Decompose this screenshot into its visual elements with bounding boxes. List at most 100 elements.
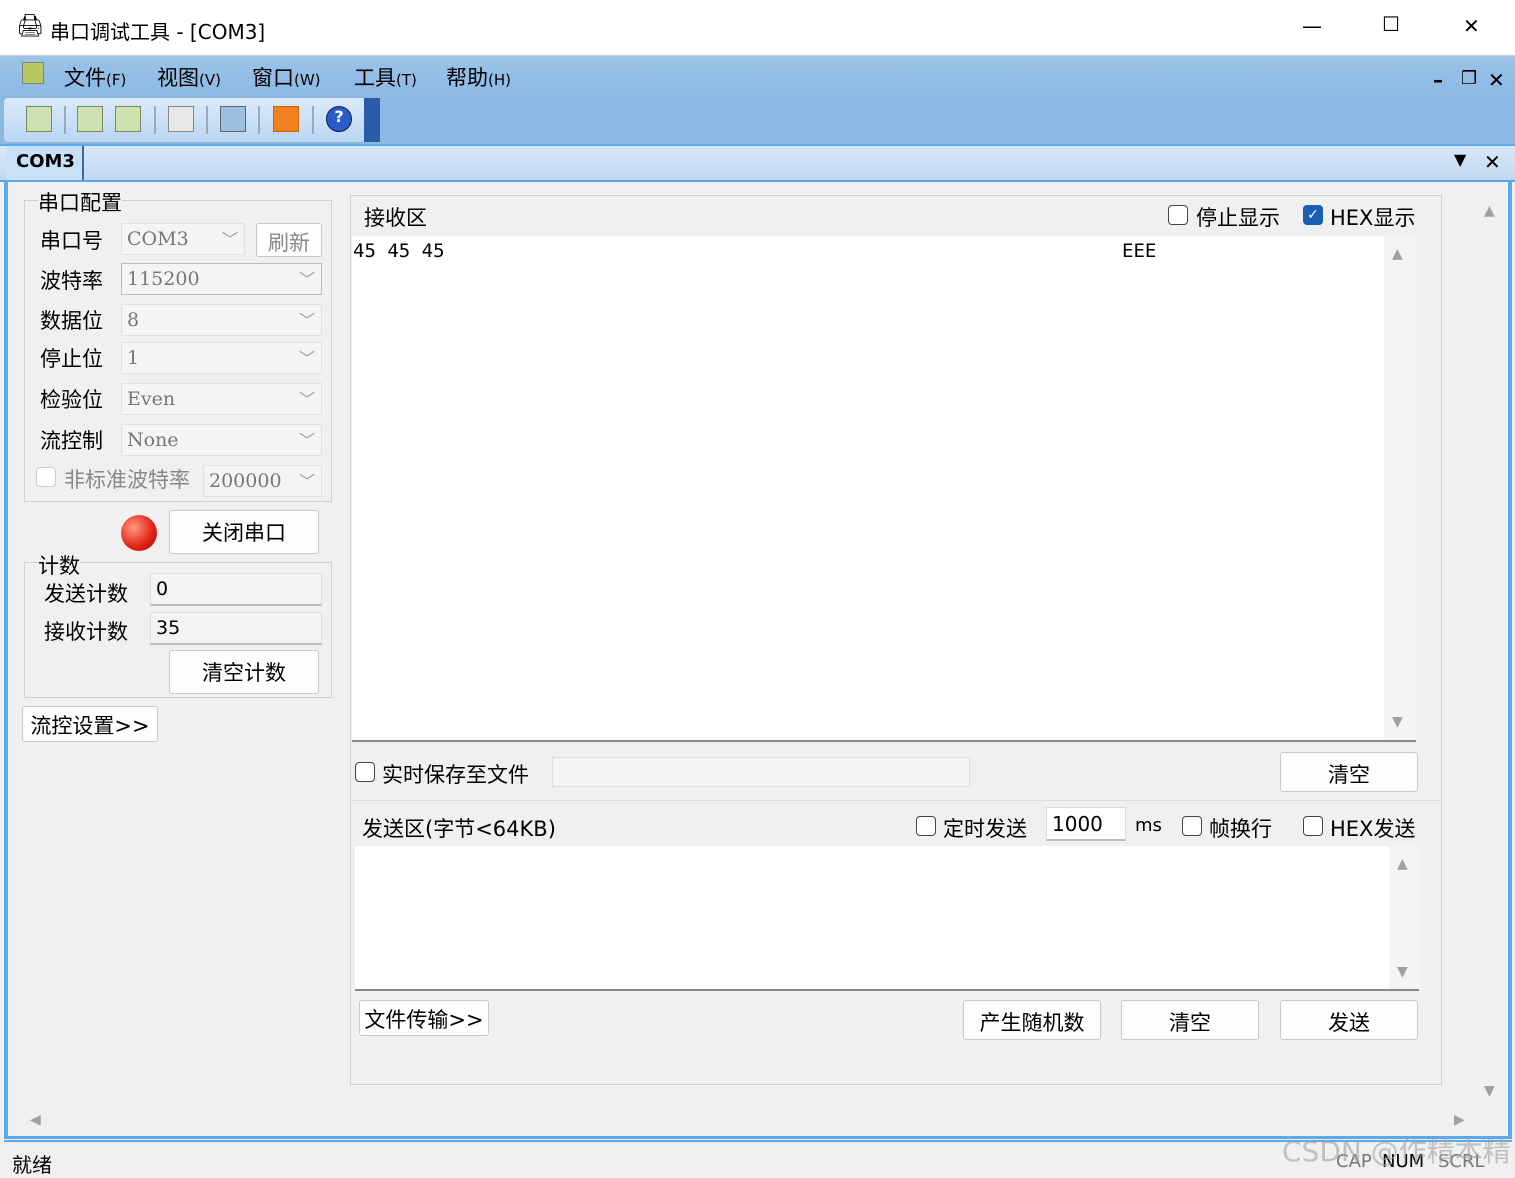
send-button[interactable]: 发送 bbox=[1280, 1000, 1418, 1040]
document-tab-bar bbox=[0, 144, 1515, 182]
frame-newline-checkbox[interactable] bbox=[1182, 816, 1202, 836]
recv-count-label: 接收计数 bbox=[44, 620, 128, 644]
refresh-button[interactable]: 刷新 bbox=[256, 223, 322, 257]
receive-textarea[interactable]: 45 45 45 EEE ▲ ▼ bbox=[352, 236, 1416, 742]
separator bbox=[154, 106, 156, 134]
menu-view[interactable]: 视图(V) bbox=[157, 62, 221, 92]
frame-newline-label: 帧换行 bbox=[1209, 817, 1272, 841]
scroll-right-icon[interactable]: ▶ bbox=[1454, 1112, 1465, 1128]
scroll-up-icon[interactable]: ▲ bbox=[1397, 856, 1408, 872]
nonstandard-baud-select[interactable]: 200000 ﹀ bbox=[203, 465, 322, 497]
parity-select[interactable]: Even ﹀ bbox=[121, 383, 322, 415]
send-count-field: 0 bbox=[150, 573, 322, 606]
save-to-file-label: 实时保存至文件 bbox=[382, 763, 529, 787]
receive-ascii-text: EEE bbox=[1122, 240, 1157, 262]
hex-display-checkbox[interactable]: ✓ bbox=[1303, 205, 1323, 225]
close-port-button[interactable]: 关闭串口 bbox=[169, 510, 319, 554]
save-to-file-checkbox[interactable] bbox=[355, 762, 375, 782]
hex-send-checkbox[interactable] bbox=[1303, 816, 1323, 836]
status-text: 就绪 bbox=[12, 1153, 52, 1177]
clear-count-button[interactable]: 清空计数 bbox=[169, 650, 319, 694]
tab-close-icon[interactable]: ✕ bbox=[1484, 150, 1501, 174]
clear-send-button[interactable]: 清空 bbox=[1121, 1000, 1259, 1040]
scroll-up-icon[interactable]: ▲ bbox=[1392, 246, 1403, 262]
toolbar-overflow-icon[interactable] bbox=[364, 98, 380, 142]
chevron-down-icon: ﹀ bbox=[298, 431, 315, 450]
help-icon[interactable]: ? bbox=[326, 106, 352, 132]
stop-display-checkbox[interactable] bbox=[1168, 205, 1188, 225]
nonstandard-baud-checkbox[interactable] bbox=[36, 467, 56, 487]
scroll-down-icon[interactable]: ▼ bbox=[1484, 1083, 1495, 1099]
menu-tools[interactable]: 工具(T) bbox=[354, 62, 417, 92]
new-icon[interactable] bbox=[26, 106, 52, 132]
stop-display-label: 停止显示 bbox=[1196, 206, 1280, 230]
computer-icon[interactable] bbox=[220, 106, 246, 132]
menu-bar bbox=[0, 56, 1515, 98]
port-select[interactable]: COM3 ﹀ bbox=[121, 223, 245, 255]
scroll-up-icon[interactable]: ▲ bbox=[1484, 203, 1495, 219]
calculator-icon[interactable] bbox=[168, 106, 194, 132]
mdi-restore-button[interactable]: ❐ bbox=[1461, 68, 1477, 89]
clear-receive-button[interactable]: 清空 bbox=[1280, 752, 1418, 792]
port-label: 串口号 bbox=[40, 229, 103, 253]
chevron-down-icon: ﹀ bbox=[298, 349, 315, 368]
serial-config-title: 串口配置 bbox=[38, 187, 122, 217]
receive-area-title: 接收区 bbox=[364, 206, 427, 230]
data-bits-label: 数据位 bbox=[40, 309, 103, 333]
send-count-label: 发送计数 bbox=[44, 582, 128, 606]
timed-send-checkbox[interactable] bbox=[916, 816, 936, 836]
title-bar: 🖨 串口调试工具 - [COM3] — ☐ ✕ bbox=[0, 0, 1515, 56]
frame-border bbox=[1508, 182, 1512, 1138]
separator bbox=[312, 106, 314, 134]
send-scrollbar[interactable]: ▲ ▼ bbox=[1389, 846, 1419, 989]
port-status-indicator-icon bbox=[121, 515, 157, 551]
file-transfer-button[interactable]: 文件传输>> bbox=[359, 1000, 489, 1036]
separator bbox=[206, 106, 208, 134]
interval-input[interactable]: 1000 bbox=[1046, 807, 1126, 841]
menu-file[interactable]: 文件(F) bbox=[64, 62, 126, 92]
mdi-minimize-button[interactable]: – bbox=[1433, 68, 1443, 92]
chevron-down-icon: ﹀ bbox=[298, 270, 315, 289]
upload-icon[interactable] bbox=[273, 106, 299, 132]
chevron-down-icon: ﹀ bbox=[298, 390, 315, 409]
separator bbox=[64, 106, 66, 134]
watermark: CSDN @作精本精 bbox=[1282, 1135, 1511, 1168]
scroll-left-icon[interactable]: ◀ bbox=[30, 1112, 41, 1128]
scroll-down-icon[interactable]: ▼ bbox=[1397, 964, 1408, 980]
hex-display-label: HEX显示 bbox=[1330, 206, 1416, 230]
horizontal-scrollbar[interactable]: ◀ ▶ bbox=[10, 1106, 1474, 1136]
divider bbox=[352, 800, 1440, 801]
minimize-button[interactable]: — bbox=[1302, 14, 1322, 38]
random-button[interactable]: 产生随机数 bbox=[963, 1000, 1101, 1040]
baud-select[interactable]: 115200 ﹀ bbox=[121, 263, 322, 295]
send-area-title: 发送区(字节<64KB) bbox=[362, 817, 556, 841]
chevron-down-icon: ﹀ bbox=[221, 230, 238, 249]
horizontal-split-icon[interactable] bbox=[77, 106, 103, 132]
menu-window[interactable]: 窗口(W) bbox=[252, 62, 321, 92]
tab-com3[interactable]: COM3 bbox=[6, 146, 84, 180]
vertical-split-icon[interactable] bbox=[115, 106, 141, 132]
recv-count-field: 35 bbox=[150, 612, 322, 645]
scroll-down-icon[interactable]: ▼ bbox=[1392, 714, 1403, 730]
menu-help[interactable]: 帮助(H) bbox=[446, 62, 511, 92]
receive-scrollbar[interactable]: ▲ ▼ bbox=[1384, 236, 1416, 740]
mdi-icon bbox=[22, 62, 44, 84]
interval-unit: ms bbox=[1135, 815, 1162, 836]
stop-bits-label: 停止位 bbox=[40, 347, 103, 371]
hex-send-label: HEX发送 bbox=[1330, 817, 1416, 841]
close-button[interactable]: ✕ bbox=[1463, 14, 1480, 38]
stop-bits-select[interactable]: 1 ﹀ bbox=[121, 342, 322, 374]
data-bits-select[interactable]: 8 ﹀ bbox=[121, 304, 322, 336]
vertical-scrollbar[interactable]: ▲ ▼ bbox=[1474, 195, 1506, 1105]
maximize-button[interactable]: ☐ bbox=[1382, 12, 1400, 36]
app-icon: 🖨 bbox=[16, 14, 44, 39]
flow-settings-button[interactable]: 流控设置>> bbox=[22, 706, 158, 742]
tab-list-chevron-icon[interactable]: ▼ bbox=[1454, 150, 1466, 169]
save-file-path-field[interactable] bbox=[552, 757, 970, 787]
mdi-close-button[interactable]: ✕ bbox=[1488, 68, 1505, 92]
baud-label: 波特率 bbox=[40, 269, 103, 293]
window-title: 串口调试工具 - [COM3] bbox=[50, 20, 266, 44]
flow-control-select[interactable]: None ﹀ bbox=[121, 424, 322, 456]
timed-send-label: 定时发送 bbox=[943, 817, 1027, 841]
send-textarea[interactable]: ▲ ▼ bbox=[355, 846, 1419, 991]
